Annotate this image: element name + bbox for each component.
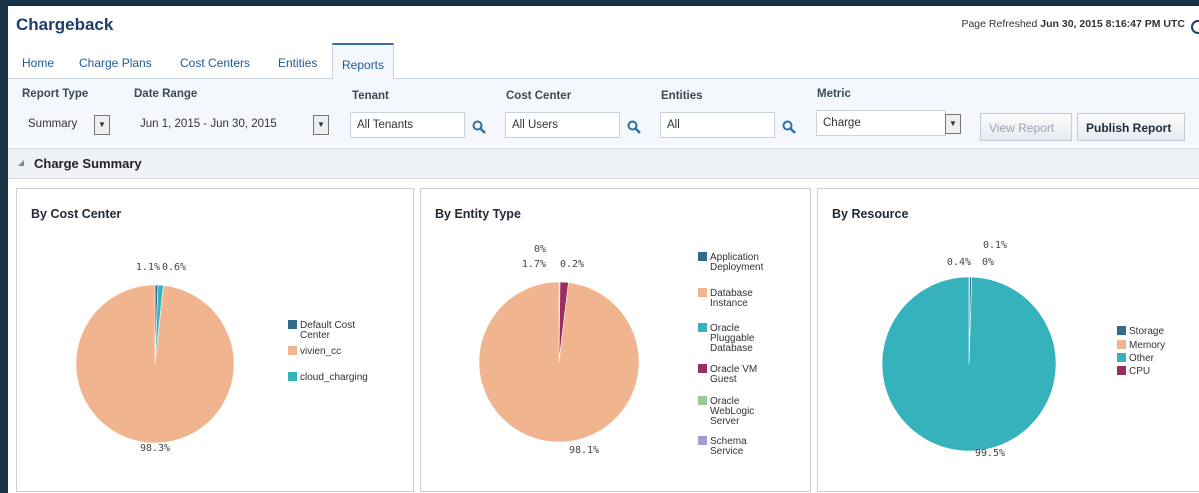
legend-swatch-database-instance	[698, 288, 707, 297]
card-by-resource: By Resource 0.1% 0.4% 0% 99.5% Storage Memory…	[817, 188, 1199, 492]
date-range-label: Date Range	[134, 88, 198, 100]
collapse-triangle-icon[interactable]	[18, 160, 24, 166]
tab-charge-plans[interactable]: Charge Plans	[79, 56, 152, 70]
cost-center-label: Cost Center	[506, 90, 572, 102]
legend-label-other: Other	[1129, 353, 1155, 364]
legend-label-storage: Storage	[1129, 326, 1164, 337]
pie-slice-database-instance	[478, 281, 640, 443]
legend-label-default-cost-center: Default Cost Center	[300, 320, 355, 341]
legend-label-cpu: CPU	[1129, 366, 1150, 377]
legend-swatch-application-deployment	[698, 252, 707, 261]
legend-swatch-vivien-cc	[288, 346, 297, 355]
tab-reports[interactable]: Reports	[332, 43, 395, 80]
charge-summary-header[interactable]: Charge Summary	[8, 148, 1199, 179]
tenant-search-icon[interactable]	[472, 120, 486, 134]
report-type-label: Report Type	[22, 88, 89, 100]
cost-center-search-icon[interactable]	[627, 120, 641, 134]
data-label-vivien-cc: 98.3%	[140, 443, 170, 454]
data-label-other: 99.5%	[975, 448, 1005, 459]
report-type-dropdown-icon[interactable]: ▼	[94, 115, 110, 135]
legend-swatch-cpu	[1117, 366, 1126, 375]
pie-slice-vivien-cc	[75, 284, 235, 444]
cost-center-input[interactable]: All Users	[505, 112, 620, 138]
legend-swatch-oracle-pluggable-database	[698, 323, 707, 332]
tenant-label: Tenant	[352, 90, 389, 102]
legend-label-oracle-vm-guest: Oracle VM Guest	[710, 364, 757, 385]
data-label-cpu: 0.1%	[983, 240, 1007, 251]
publish-report-button[interactable]: Publish Report	[1077, 113, 1185, 141]
legend-label-cloud-charging: cloud_charging	[300, 372, 368, 383]
tab-bar: Home Charge Plans Cost Centers Entities …	[8, 43, 1199, 80]
data-label-application-deployment: 0%	[534, 244, 546, 255]
section-title: Charge Summary	[34, 156, 142, 171]
card-by-entity-type: By Entity Type 0% 1.7% 0.2% 98.1% Applicatio…	[420, 188, 811, 492]
entities-input[interactable]: All	[660, 112, 775, 138]
tab-cost-centers[interactable]: Cost Centers	[180, 56, 250, 70]
tab-home[interactable]: Home	[22, 56, 54, 70]
legend-label-memory: Memory	[1129, 340, 1165, 351]
date-range-select[interactable]: Jun 1, 2015 - Jun 30, 2015	[134, 112, 314, 138]
data-label-default-cost-center: 0.6%	[162, 262, 186, 273]
metric-label: Metric	[817, 88, 851, 100]
data-label-memory: 0%	[982, 257, 994, 268]
legend-label-application-deployment: Application Deployment	[710, 252, 764, 273]
legend-swatch-other	[1117, 353, 1126, 362]
tenant-input[interactable]: All Tenants	[350, 112, 465, 138]
data-label-oracle-pluggable-database: 0.2%	[560, 259, 584, 270]
legend-label-oracle-pluggable-database: Oracle Pluggable Database	[710, 323, 755, 354]
refresh-time: Jun 30, 2015 8:16:47 PM UTC	[1040, 18, 1185, 30]
refresh-status: Page Refreshed Jun 30, 2015 8:16:47 PM U…	[961, 18, 1185, 30]
legend-label-vivien-cc: vivien_cc	[300, 346, 341, 357]
metric-select[interactable]: Charge	[816, 110, 946, 136]
data-label-oracle-vm-guest: 1.7%	[522, 259, 546, 270]
pie-slice-other	[881, 276, 1057, 452]
legend-swatch-oracle-vm-guest	[698, 364, 707, 373]
legend-label-database-instance: Database Instance	[710, 288, 753, 309]
refresh-label: Page Refreshed	[961, 18, 1038, 30]
legend-swatch-schema-service	[698, 436, 707, 445]
data-label-storage: 0.4%	[947, 257, 971, 268]
report-type-select[interactable]: Summary	[22, 112, 94, 138]
date-range-dropdown-icon[interactable]: ▼	[313, 115, 329, 135]
legend-swatch-storage	[1117, 326, 1126, 335]
pie-chart-by-cost-center: 1.1% 0.6% 98.3% Default Cost Center vivien_cc…	[75, 262, 368, 454]
legend-label-schema-service: Schema Service	[710, 436, 747, 457]
entities-search-icon[interactable]	[782, 120, 796, 134]
legend-swatch-cloud-charging	[288, 372, 297, 381]
legend-swatch-default-cost-center	[288, 320, 297, 329]
legend-swatch-oracle-weblogic-server	[698, 396, 707, 405]
entities-label: Entities	[661, 90, 703, 102]
chargeback-page: Chargeback Page Refreshed Jun 30, 2015 8…	[8, 6, 1199, 493]
pie-chart-by-resource: 0.1% 0.4% 0% 99.5% Storage Memory Other CPU	[881, 240, 1165, 459]
tab-entities[interactable]: Entities	[278, 56, 317, 70]
data-label-cloud-charging: 1.1%	[136, 262, 160, 273]
view-report-button[interactable]: View Report	[980, 113, 1072, 141]
page-title: Chargeback	[16, 15, 114, 34]
data-label-database-instance: 98.1%	[569, 445, 599, 456]
card-by-cost-center: By Cost Center 1.1% 0.6% 98.3% Default Cost…	[16, 188, 414, 492]
refresh-icon[interactable]	[1191, 20, 1199, 34]
legend-label-oracle-weblogic-server: Oracle WebLogic Server	[710, 396, 754, 427]
legend-swatch-memory	[1117, 340, 1126, 349]
metric-dropdown-icon[interactable]: ▼	[945, 114, 961, 134]
pie-chart-by-entity-type: 0% 1.7% 0.2% 98.1% Application Deployment Data…	[478, 244, 764, 457]
